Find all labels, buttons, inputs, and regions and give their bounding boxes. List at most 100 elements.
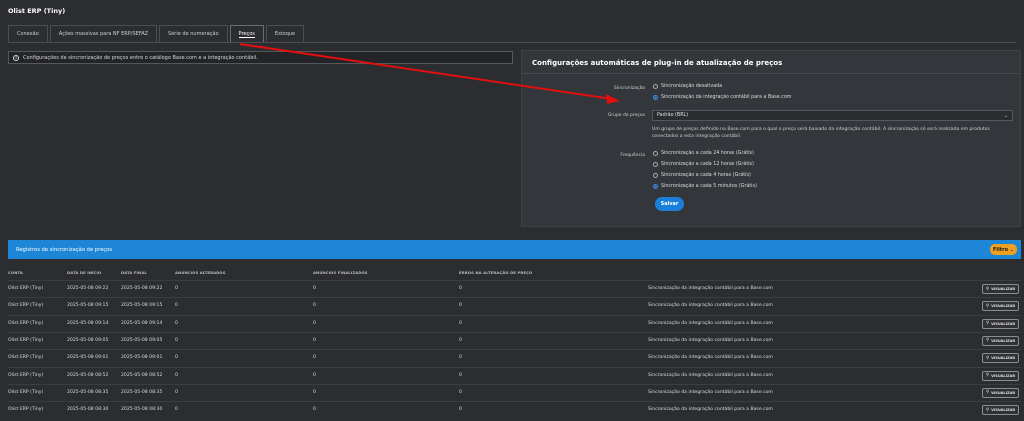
- cell-account: Olist ERP (Tiny): [8, 337, 44, 343]
- sync-option-disabled[interactable]: Sincronização desativada: [653, 84, 722, 89]
- cell-changed: 0: [175, 286, 178, 291]
- cell-end-date: 2025-05-08 09:15: [121, 303, 163, 309]
- column-header-account: CONTA: [8, 270, 23, 275]
- tab-acoes-massivas[interactable]: Ações massivas para NF ERP/SEFAZ: [49, 25, 158, 42]
- radio-button-selected[interactable]: [653, 95, 658, 100]
- price-group-help: Um grupo de preços definido na Base.com …: [652, 127, 990, 139]
- view-button[interactable]: ⚲ VISUALIZAR: [982, 284, 1019, 294]
- cell-changed: 0: [175, 337, 178, 343]
- freq-option-24h[interactable]: Sincronização a cada 24 horas (Grátis): [653, 151, 754, 156]
- tab-estoque[interactable]: Estoque: [265, 25, 305, 42]
- view-button[interactable]: ⚲ VISUALIZAR: [982, 353, 1019, 364]
- search-icon: ⚲: [985, 321, 990, 327]
- cell-finished: 0: [313, 389, 316, 395]
- cell-account: Olist ERP (Tiny): [8, 355, 44, 361]
- radio-button[interactable]: [653, 162, 658, 167]
- cell-end-date: 2025-05-08 08:35: [121, 389, 163, 395]
- cell-account: Olist ERP (Tiny): [8, 320, 44, 326]
- radio-button[interactable]: [653, 84, 658, 89]
- tab-bar: Conexão Ações massivas para NF ERP/SEFAZ…: [8, 25, 306, 42]
- option-label: Sincronização a cada 4 horas (Grátis): [661, 173, 751, 178]
- select-value: Padrão (BRL): [657, 113, 689, 118]
- table-row: Olist ERP (Tiny) 2025-05-08 09:01 2025-05-…: [8, 349, 1021, 366]
- cell-description: Sincronização da integração contábil par…: [648, 372, 773, 378]
- table-row: Olist ERP (Tiny) 2025-05-08 09:14 2025-05-…: [8, 314, 1021, 332]
- filter-button[interactable]: Filtro ⌄: [990, 244, 1017, 255]
- price-group-select[interactable]: Padrão (BRL) ⌄: [652, 110, 1013, 121]
- cell-description: Sincronização da integração contábil par…: [648, 389, 773, 395]
- view-button[interactable]: ⚲ VISUALIZAR: [982, 387, 1019, 398]
- sync-log-title: Registros de sincronização de preços: [16, 246, 113, 253]
- cell-errors: 0: [459, 286, 462, 291]
- view-button[interactable]: ⚲ VISUALIZAR: [982, 335, 1019, 346]
- freq-option-4h[interactable]: Sincronização a cada 4 horas (Grátis): [653, 173, 751, 178]
- tab-label: Ações massivas para NF ERP/SEFAZ: [58, 31, 149, 37]
- view-button-label: VISUALIZAR: [991, 304, 1016, 309]
- cell-account: Olist ERP (Tiny): [8, 286, 44, 291]
- search-icon: ⚲: [985, 390, 990, 396]
- cell-changed: 0: [175, 389, 178, 395]
- cell-end-date: 2025-05-08 08:52: [121, 372, 163, 378]
- sync-label: Sincronização: [613, 86, 645, 91]
- tab-label: Série de numeração: [168, 31, 219, 37]
- table-row: Olist ERP (Tiny) 2025-05-08 08:35 2025-05-…: [8, 383, 1021, 401]
- cell-errors: 0: [459, 372, 462, 378]
- sync-option-accounting-to-base[interactable]: Sincronização da integração contábil par…: [653, 95, 791, 100]
- tab-label: Preços: [238, 30, 255, 38]
- frequency-label: Frequência: [620, 153, 645, 158]
- cell-changed: 0: [175, 320, 178, 326]
- cell-end-date: 2025-05-08 09:14: [121, 320, 163, 326]
- info-icon: i: [13, 54, 19, 61]
- cell-start-date: 2025-05-08 09:22: [67, 286, 109, 291]
- table-row: Olist ERP (Tiny) 2025-05-08 09:22 2025-05-…: [8, 280, 1021, 297]
- config-title: Configurações automáticas de plug-in de …: [532, 59, 783, 67]
- view-button[interactable]: ⚲ VISUALIZAR: [982, 301, 1019, 312]
- app-title: Olist ERP (Tiny): [8, 7, 66, 15]
- cell-changed: 0: [175, 303, 178, 309]
- cell-end-date: 2025-05-08 09:22: [121, 286, 163, 291]
- view-button[interactable]: ⚲ VISUALIZAR: [982, 318, 1019, 329]
- cell-finished: 0: [313, 372, 316, 378]
- tab-serie-numeracao[interactable]: Série de numeração: [159, 25, 228, 42]
- divider: [522, 73, 1020, 74]
- table-row: Olist ERP (Tiny) 2025-05-08 08:52 2025-05-…: [8, 366, 1021, 384]
- tab-conexao[interactable]: Conexão: [8, 25, 48, 42]
- save-button[interactable]: Salvar: [655, 197, 684, 211]
- radio-button[interactable]: [653, 173, 658, 178]
- tab-precos[interactable]: Preços: [229, 25, 264, 42]
- radio-button-selected[interactable]: [653, 184, 658, 189]
- freq-option-5min[interactable]: Sincronização a cada 5 minutos (Grátis): [653, 184, 757, 189]
- search-icon: ⚲: [985, 338, 990, 344]
- view-button-label: VISUALIZAR: [991, 373, 1016, 378]
- cell-errors: 0: [459, 407, 462, 413]
- cell-description: Sincronização da integração contábil par…: [648, 355, 773, 361]
- option-label: Sincronização a cada 24 horas (Grátis): [661, 151, 754, 156]
- view-button[interactable]: ⚲ VISUALIZAR: [982, 370, 1019, 381]
- option-label: Sincronização da integração contábil par…: [661, 95, 792, 100]
- search-icon: ⚲: [985, 373, 990, 378]
- tab-label: Estoque: [274, 31, 296, 37]
- cell-errors: 0: [459, 303, 462, 309]
- cell-errors: 0: [459, 389, 462, 395]
- column-header-end-date: DATA FINAL: [121, 270, 147, 275]
- radio-button[interactable]: [653, 151, 658, 156]
- view-button[interactable]: ⚲ VISUALIZAR: [982, 405, 1019, 416]
- cell-end-date: 2025-05-08 08:30: [121, 407, 163, 413]
- view-button-label: VISUALIZAR: [991, 356, 1016, 361]
- cell-account: Olist ERP (Tiny): [8, 303, 44, 309]
- freq-option-12h[interactable]: Sincronização a cada 12 horas (Grátis): [653, 162, 754, 167]
- column-header-finished: ANÚNCIOS FINALIZADOS: [313, 270, 368, 275]
- option-label: Sincronização a cada 5 minutos (Grátis): [661, 184, 757, 189]
- table-row: Olist ERP (Tiny) 2025-05-08 08:30 2025-05-…: [8, 401, 1021, 418]
- cell-account: Olist ERP (Tiny): [8, 389, 44, 395]
- cell-changed: 0: [175, 372, 178, 378]
- cell-changed: 0: [175, 407, 178, 413]
- table-row: Olist ERP (Tiny) 2025-05-08 09:15 2025-05-…: [8, 297, 1021, 314]
- cell-errors: 0: [459, 320, 462, 326]
- cell-start-date: 2025-05-08 09:01: [67, 355, 109, 361]
- search-icon: ⚲: [985, 286, 990, 292]
- view-button-label: VISUALIZAR: [991, 390, 1016, 395]
- cell-description: Sincronização da integração contábil par…: [648, 320, 773, 326]
- sync-log-header: Registros de sincronização de preços Fil…: [8, 240, 1021, 259]
- cell-finished: 0: [313, 337, 316, 343]
